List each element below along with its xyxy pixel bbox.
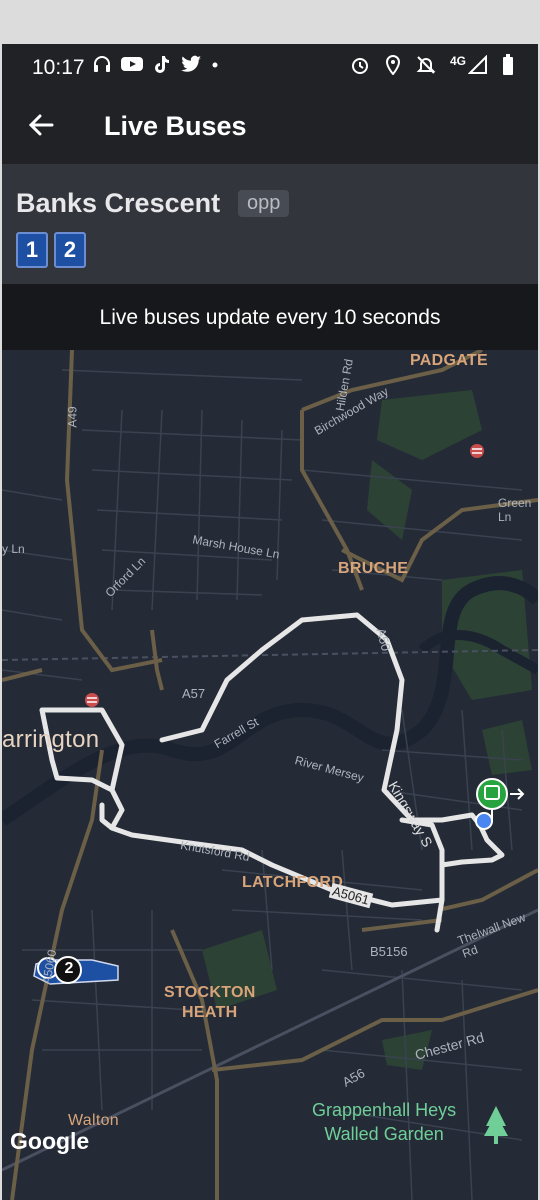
stop-indicator-badge: opp — [238, 190, 290, 217]
road-label-b5156: B5156 — [370, 944, 408, 959]
rail-station-icon — [470, 444, 484, 458]
park-label-line2: Walled Garden — [324, 1124, 444, 1144]
map-view[interactable]: 2 PADGATE BRUCHE LATCHFORD STOCKTON HEAT… — [2, 350, 538, 1200]
place-label-bruche: BRUCHE — [338, 560, 409, 577]
back-arrow-icon[interactable] — [26, 110, 56, 140]
google-attribution-logo: Google — [10, 1128, 90, 1154]
more-notifications-dot-icon — [212, 62, 218, 68]
green-area — [377, 390, 482, 460]
park-label-line1: Grappenhall Heys — [312, 1100, 457, 1120]
minor-streets — [2, 369, 523, 1200]
road-label-ln: y Ln — [2, 542, 25, 556]
alarm-icon — [351, 58, 368, 74]
phone-screen: 10:17 4G Live Buses Banks Crescent opp 1… — [2, 44, 538, 1200]
status-time: 10:17 — [32, 56, 85, 79]
stop-info-panel: Banks Crescent opp 1 2 — [2, 164, 538, 284]
green-area — [482, 720, 532, 775]
road-label-a57: A57 — [182, 686, 206, 701]
route-badge-1[interactable]: 1 — [16, 232, 48, 268]
headphones-icon — [94, 56, 110, 72]
route-badge-2[interactable]: 2 — [54, 232, 86, 268]
park-label: Grappenhall Heys Walled Garden — [312, 1098, 456, 1146]
route-list: 1 2 — [16, 232, 86, 268]
rail-station-icon — [85, 693, 99, 707]
page-title: Live Buses — [104, 111, 247, 141]
place-label-padgate: PADGATE — [410, 352, 488, 369]
bus-marker-count: 2 — [64, 960, 74, 977]
tiktok-icon — [155, 56, 169, 73]
signal-icon — [468, 55, 487, 74]
status-system-icons: 4G — [350, 54, 514, 76]
place-label-heath: HEATH — [182, 1004, 238, 1021]
map-canvas[interactable] — [2, 350, 538, 1200]
location-icon — [385, 55, 400, 75]
muted-bell-icon — [416, 56, 436, 74]
network-type-label: 4G — [449, 54, 466, 68]
twitter-icon — [181, 55, 201, 72]
road-label-a49: A49 — [65, 406, 80, 428]
app-bar: Live Buses — [2, 88, 538, 164]
road-label-green: Green Ln — [498, 496, 532, 524]
update-info-banner: Live buses update every 10 seconds — [2, 284, 538, 350]
place-label-warrington: arrington — [2, 726, 100, 753]
stop-name: Banks Crescent — [16, 188, 221, 218]
place-label-latchford: LATCHFORD — [242, 874, 344, 891]
status-notification-icons — [92, 54, 220, 74]
battery-icon — [503, 54, 513, 75]
status-bar: 10:17 4G — [2, 44, 538, 88]
user-location-dot — [475, 812, 493, 830]
tree-icon — [484, 1106, 508, 1144]
place-label-stockton: STOCKTON — [164, 984, 256, 1001]
youtube-icon — [121, 57, 143, 71]
